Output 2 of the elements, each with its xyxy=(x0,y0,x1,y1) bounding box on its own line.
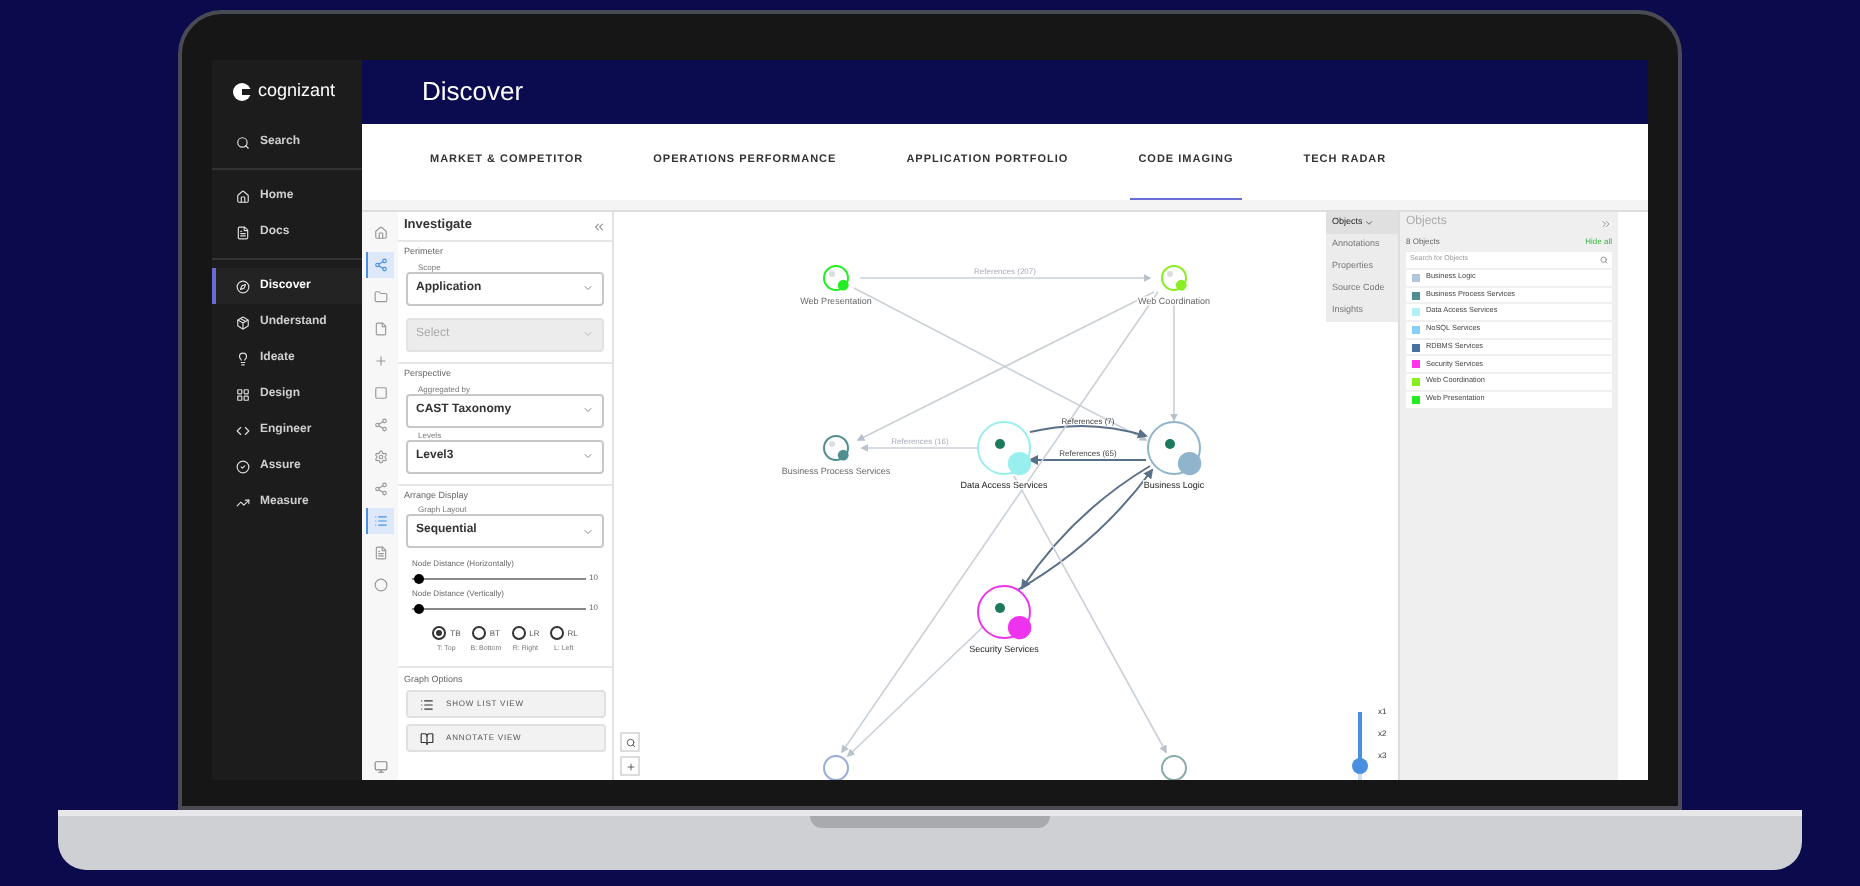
logo-text: cognizant xyxy=(258,78,336,105)
page-title: Discover xyxy=(422,74,524,111)
